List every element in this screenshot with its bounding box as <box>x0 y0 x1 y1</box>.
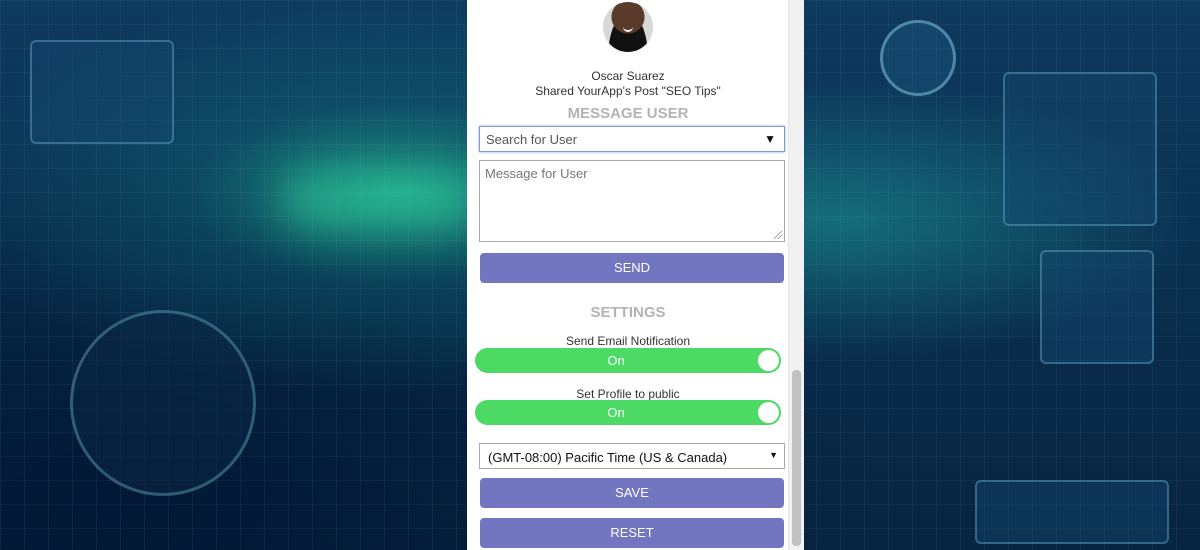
message-textarea[interactable]: Message for User <box>479 160 785 242</box>
background-glow <box>280 170 480 230</box>
background-fan <box>70 310 256 496</box>
email-notification-toggle[interactable]: On <box>475 348 781 373</box>
background-chip <box>975 480 1169 544</box>
background-disc <box>880 20 956 96</box>
dropdown-caret-icon: ▼ <box>769 450 778 460</box>
timezone-select[interactable]: (GMT-08:00) Pacific Time (US & Canada) ▼ <box>479 443 785 469</box>
background-chip <box>30 40 174 144</box>
background-chip <box>1040 250 1154 364</box>
toggle-state-text: On <box>607 353 625 368</box>
message-user-title: MESSAGE USER <box>567 105 689 122</box>
settings-title: SETTINGS <box>590 304 666 321</box>
public-profile-toggle[interactable]: On <box>475 400 781 425</box>
search-user-select[interactable]: Search for User ▼ <box>479 126 785 152</box>
send-button[interactable]: SEND <box>480 253 784 283</box>
public-profile-label: Set Profile to public <box>576 387 680 401</box>
email-notification-label: Send Email Notification <box>565 334 691 348</box>
panel-scrollbar[interactable] <box>788 0 804 550</box>
save-button[interactable]: SAVE <box>480 478 784 508</box>
reset-button[interactable]: RESET <box>480 518 784 548</box>
user-name: Oscar Suarez <box>591 69 665 83</box>
scrollbar-thumb[interactable] <box>792 370 801 546</box>
toggle-knob <box>758 402 779 423</box>
timezone-value: (GMT-08:00) Pacific Time (US & Canada) <box>488 450 728 465</box>
toggle-knob <box>758 350 779 371</box>
user-activity: Shared YourApp's Post "SEO Tips" <box>535 84 721 98</box>
toggle-state-text: On <box>607 405 625 420</box>
background-chip <box>1003 72 1157 226</box>
search-user-placeholder: Search for User <box>486 132 578 147</box>
message-placeholder: Message for User <box>485 166 588 181</box>
resize-grip-icon[interactable] <box>774 231 782 239</box>
user-avatar <box>603 2 653 52</box>
dropdown-caret-icon: ▼ <box>764 132 776 146</box>
